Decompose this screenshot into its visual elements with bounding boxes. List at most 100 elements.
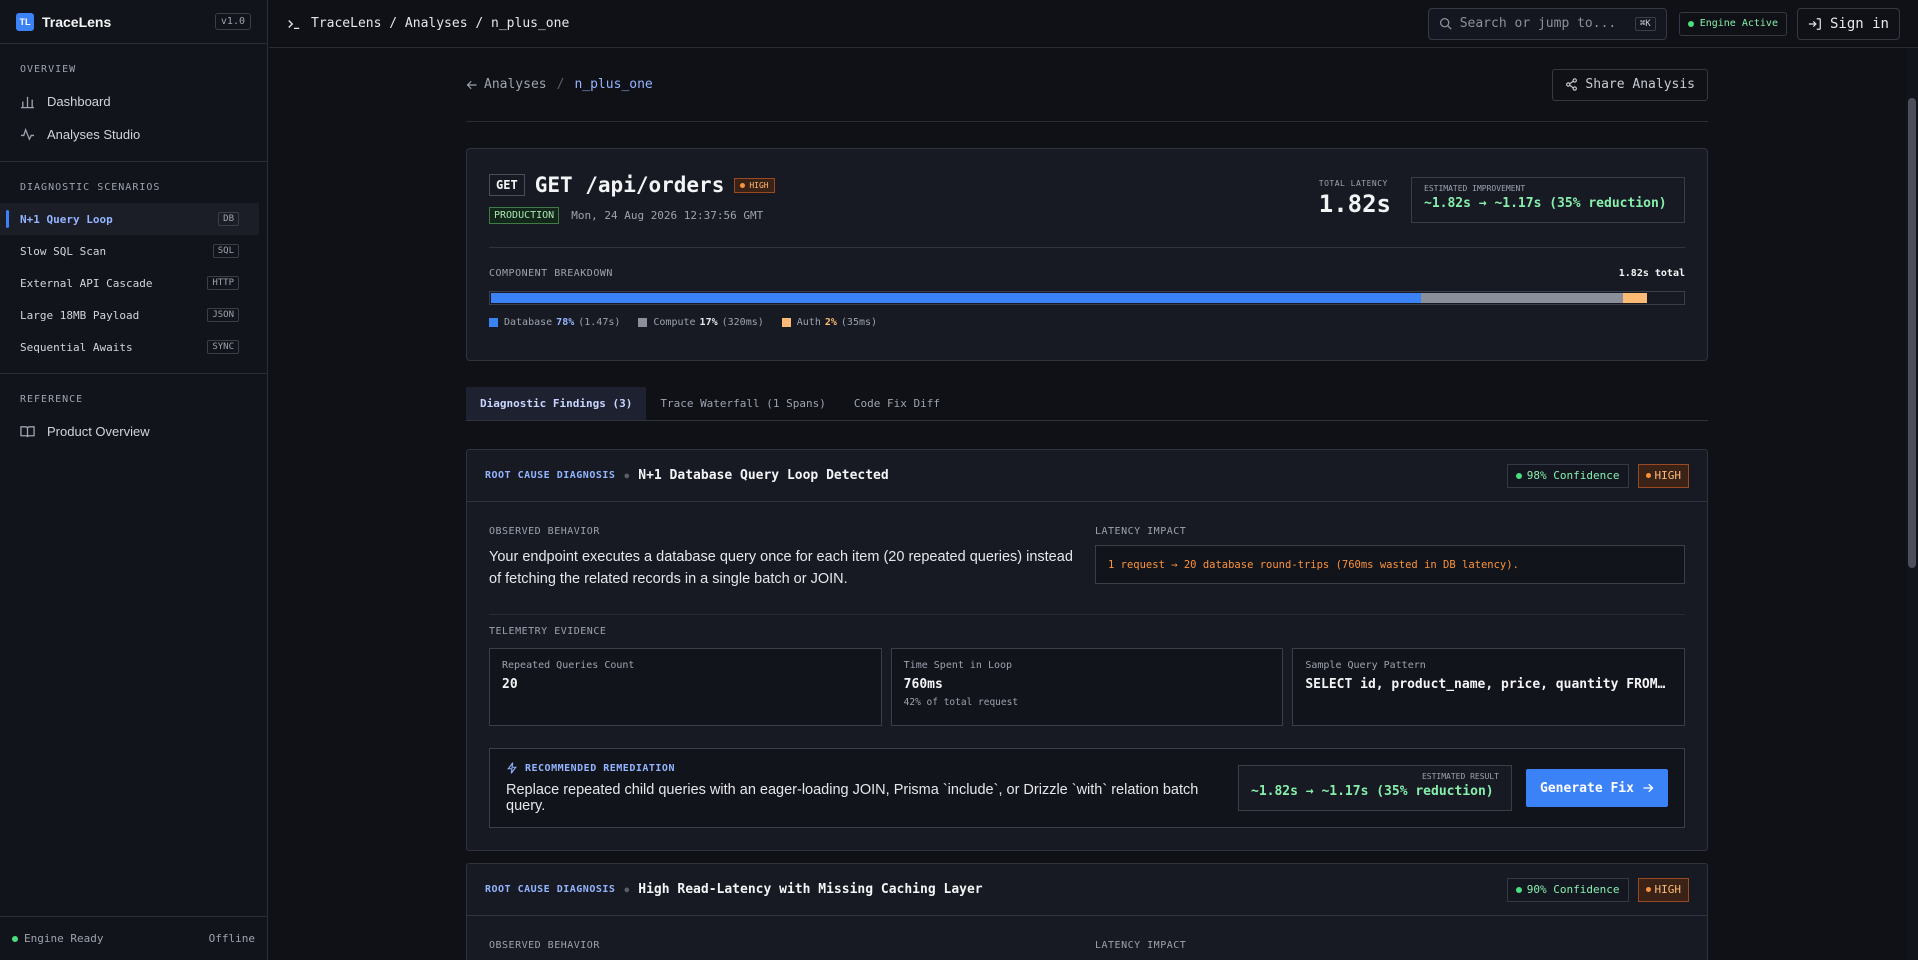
legend-item-compute: Compute 17% (320ms) xyxy=(638,317,764,328)
estimated-improvement: ESTIMATED IMPROVEMENT ~1.82s → ~1.17s (3… xyxy=(1411,177,1685,223)
share-analysis-button[interactable]: Share Analysis xyxy=(1552,68,1708,101)
tab-trace-waterfall[interactable]: Trace Waterfall (1 Spans) xyxy=(646,387,840,420)
generate-fix-button[interactable]: Generate Fix xyxy=(1526,769,1668,807)
evidence-repeated-queries: Repeated Queries Count 20 xyxy=(489,648,882,726)
evidence-time-in-loop: Time Spent in Loop 760ms 42% of total re… xyxy=(890,648,1284,726)
search-placeholder: Search or jump to... xyxy=(1459,16,1617,31)
legend-time: (320ms) xyxy=(721,317,764,328)
breadcrumb-text[interactable]: TraceLens / Analyses / n_plus_one xyxy=(311,16,569,31)
latency-impact: LATENCY IMPACT 1 request → 20 database r… xyxy=(1095,526,1685,590)
scenario-tag: SYNC xyxy=(207,340,239,354)
legend-time: (1.47s) xyxy=(578,317,621,328)
scenario-tag: HTTP xyxy=(207,276,239,290)
bullet-separator: ● xyxy=(624,471,630,480)
tab-code-fix-diff[interactable]: Code Fix Diff xyxy=(840,387,954,420)
scenario-n-plus-one[interactable]: N+1 Query Loop DB xyxy=(0,203,259,235)
generate-fix-label: Generate Fix xyxy=(1540,780,1634,796)
endpoint-title: GET /api/orders xyxy=(534,173,725,197)
severity-label: HIGH xyxy=(749,180,769,190)
legend-item-database: Database 78% (1.47s) xyxy=(489,317,620,328)
total-latency-label: TOTAL LATENCY xyxy=(1318,179,1388,188)
evidence-title: Repeated Queries Count xyxy=(502,660,635,671)
tab-bar: Diagnostic Findings (3) Trace Waterfall … xyxy=(466,387,1708,421)
arrow-right-icon xyxy=(1643,783,1654,793)
evidence-value: SELECT id, product_name, price, quantity… xyxy=(1305,677,1672,692)
status-dot xyxy=(1687,20,1694,27)
legend-pct: 17% xyxy=(699,317,718,328)
confidence-label: 90% Confidence xyxy=(1526,883,1620,896)
severity-badge: HIGH xyxy=(1637,463,1689,488)
scenario-tag: SQL xyxy=(212,244,239,258)
scenario-tag: JSON xyxy=(207,308,239,322)
reference-section: REFERENCE Product Overview xyxy=(0,374,267,458)
confidence-badge: 90% Confidence xyxy=(1506,877,1629,902)
finding-header: ROOT CAUSE DIAGNOSIS ● N+1 Database Quer… xyxy=(467,450,1707,502)
terminal-icon xyxy=(288,19,300,29)
breakdown-legend: Database 78% (1.47s) Compute 17% (320ms)… xyxy=(489,317,1685,328)
remediation-info: RECOMMENDED REMEDIATION Replace repeated… xyxy=(506,762,1238,814)
scrollbar[interactable] xyxy=(1906,48,1918,960)
sidebar-item-dashboard[interactable]: Dashboard xyxy=(0,85,267,118)
sign-in-button[interactable]: Sign in xyxy=(1796,7,1900,40)
breadcrumb: TraceLens / Analyses / n_plus_one xyxy=(287,16,569,31)
finding-header: ROOT CAUSE DIAGNOSIS ● High Read-Latency… xyxy=(467,864,1707,916)
scenario-sequential-awaits[interactable]: Sequential Awaits SYNC xyxy=(0,331,259,363)
scenario-large-payload[interactable]: Large 18MB Payload JSON xyxy=(0,299,259,331)
sidebar-item-product-overview[interactable]: Product Overview xyxy=(0,415,267,448)
estimated-result-value: ~1.82s → ~1.17s (35% reduction) xyxy=(1251,784,1494,799)
sidebar-item-label: Product Overview xyxy=(47,424,150,439)
total-latency: TOTAL LATENCY 1.82s xyxy=(1319,179,1391,218)
finding-title: High Read-Latency with Missing Caching L… xyxy=(638,882,983,897)
scenario-label: Slow SQL Scan xyxy=(20,244,107,258)
severity-label: HIGH xyxy=(1654,883,1682,896)
sign-in-label: Sign in xyxy=(1829,15,1889,32)
observed-row: OBSERVED BEHAVIOR LATENCY IMPACT xyxy=(467,916,1707,951)
breakdown-bar xyxy=(489,291,1685,305)
method-badge: GET xyxy=(489,174,525,196)
legend-swatch xyxy=(638,318,648,327)
remediation-panel: RECOMMENDED REMEDIATION Replace repeated… xyxy=(489,748,1685,828)
scenario-external-api[interactable]: External API Cascade HTTP xyxy=(0,267,259,299)
arrow-left-icon[interactable] xyxy=(466,79,478,91)
search-icon xyxy=(1439,17,1452,30)
legend-swatch xyxy=(489,318,498,327)
legend-swatch xyxy=(781,318,791,327)
confidence-label: 98% Confidence xyxy=(1526,469,1620,482)
impact-label: LATENCY IMPACT xyxy=(1095,526,1187,537)
observed-row: OBSERVED BEHAVIOR Your endpoint executes… xyxy=(489,526,1685,590)
breakdown-header: COMPONENT BREAKDOWN 1.82s total xyxy=(489,268,1685,279)
breakdown-segment-auth xyxy=(1623,293,1648,303)
sidebar-item-analyses-studio[interactable]: Analyses Studio xyxy=(0,118,267,151)
severity-dot xyxy=(740,182,746,188)
observed-label: OBSERVED BEHAVIOR xyxy=(489,940,600,951)
severity-dot xyxy=(1645,473,1651,478)
evidence-title: Time Spent in Loop xyxy=(903,660,1013,671)
confidence-badge: 98% Confidence xyxy=(1506,463,1629,488)
activity-icon xyxy=(20,127,35,141)
estimated-result-label: ESTIMATED RESULT xyxy=(1421,772,1499,781)
total-latency-value: 1.82s xyxy=(1318,190,1391,218)
back-link[interactable]: Analyses xyxy=(484,77,547,92)
brand-logo[interactable]: TL xyxy=(16,12,34,31)
book-icon xyxy=(20,426,35,438)
back-breadcrumb: Analyses / n_plus_one xyxy=(466,77,653,92)
evidence-title: Sample Query Pattern xyxy=(1305,660,1426,671)
tab-diagnostic-findings[interactable]: Diagnostic Findings (3) xyxy=(466,387,647,420)
scrollbar-thumb[interactable] xyxy=(1908,98,1916,568)
scenario-label: Sequential Awaits xyxy=(20,340,133,354)
evidence-sub: 42% of total request xyxy=(903,697,1019,708)
reference-header: REFERENCE xyxy=(20,394,84,405)
search-input[interactable]: Search or jump to... ⌘K xyxy=(1427,7,1667,40)
scenario-slow-sql[interactable]: Slow SQL Scan SQL xyxy=(0,235,259,267)
evidence-value: 20 xyxy=(502,677,518,692)
login-icon xyxy=(1808,17,1821,30)
scenarios-section: DIAGNOSTIC SCENARIOS N+1 Query Loop DB S… xyxy=(0,162,267,374)
search-shortcut: ⌘K xyxy=(1634,16,1656,31)
component-breakdown: COMPONENT BREAKDOWN 1.82s total Database… xyxy=(489,268,1685,328)
brand-name[interactable]: TraceLens xyxy=(42,14,111,30)
overview-section: OVERVIEW Dashboard Analyses Studio xyxy=(0,44,267,162)
impact-text: 1 request → 20 database round-trips (760… xyxy=(1095,545,1685,584)
sidebar-footer: Engine Ready Offline xyxy=(0,916,267,960)
sidebar-item-label: Dashboard xyxy=(47,94,111,109)
version-badge: v1.0 xyxy=(214,13,251,30)
